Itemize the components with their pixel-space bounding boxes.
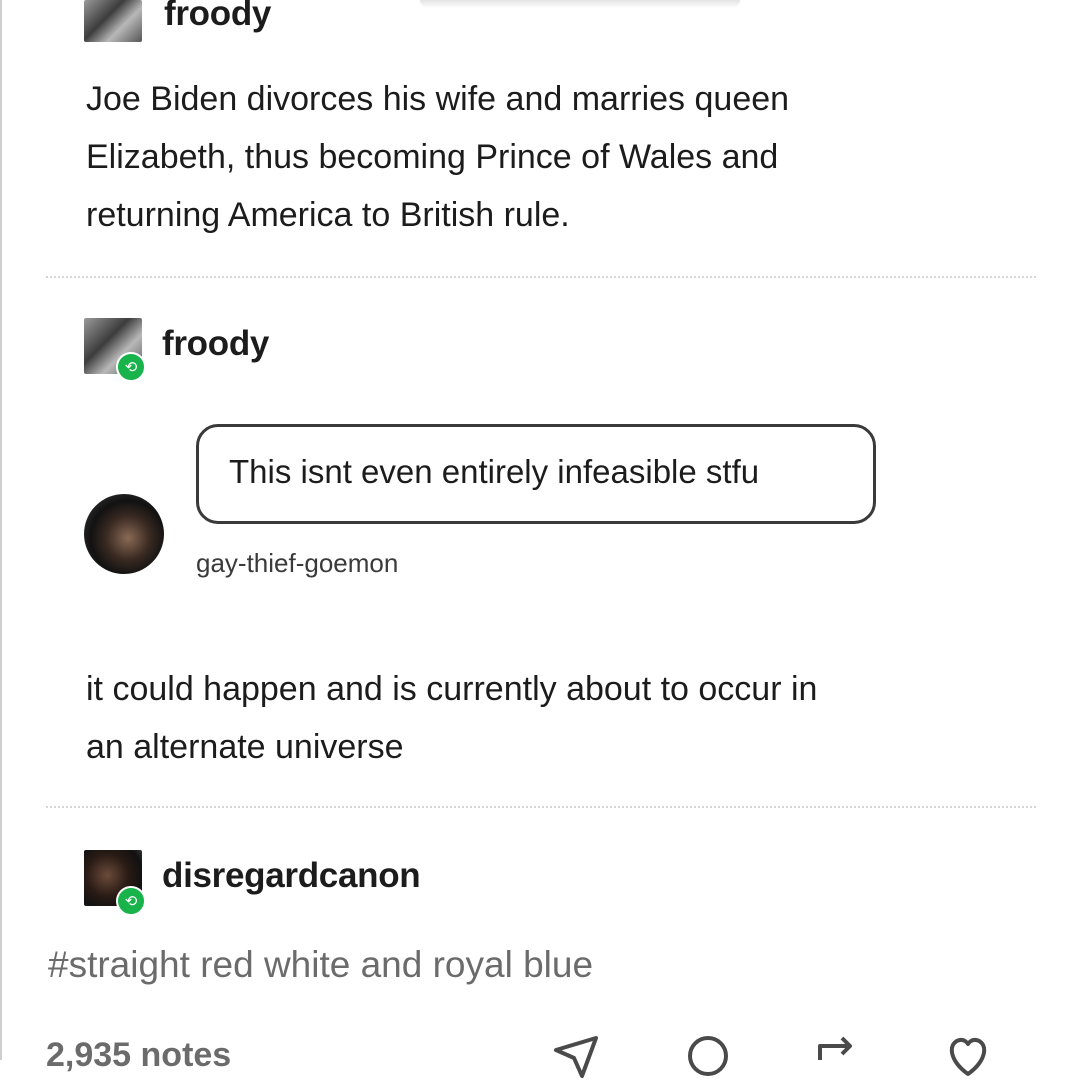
notes-count[interactable]: 2,935 notes xyxy=(46,1036,231,1075)
avatar-froody[interactable] xyxy=(84,0,142,42)
reblog-icon: ⟲ xyxy=(116,886,146,916)
reblog-icon[interactable] xyxy=(812,1032,860,1080)
quote-text: This isnt even entirely infeasible stfu xyxy=(229,453,760,490)
reblog-icon: ⟲ xyxy=(116,352,146,382)
post-divider xyxy=(46,806,1036,808)
post-body-line: Elizabeth, thus becoming Prince of Wales… xyxy=(86,138,779,176)
like-icon[interactable] xyxy=(944,1032,992,1080)
post-body-line: it could happen and is currently about t… xyxy=(86,670,818,708)
share-icon[interactable] xyxy=(552,1032,600,1080)
quote-author: gay-thief-goemon xyxy=(196,548,399,578)
reply-icon[interactable] xyxy=(684,1032,732,1080)
top-shadow xyxy=(420,0,740,8)
post-username[interactable]: froody xyxy=(164,0,271,34)
post-username[interactable]: disregardcanon xyxy=(162,856,421,896)
post-body-line: returning America to British rule. xyxy=(86,196,570,234)
quote-bubble: This isnt even entirely infeasible stfu xyxy=(196,424,876,524)
quote-avatar xyxy=(84,494,164,574)
post-username[interactable]: froody xyxy=(162,324,269,364)
post-body-line: Joe Biden divorces his wife and marries … xyxy=(86,80,790,118)
left-edge xyxy=(0,0,2,1060)
post-body-line: an alternate universe xyxy=(86,728,404,766)
post-tags[interactable]: #straight red white and royal blue xyxy=(48,944,593,986)
post-divider xyxy=(46,276,1036,278)
